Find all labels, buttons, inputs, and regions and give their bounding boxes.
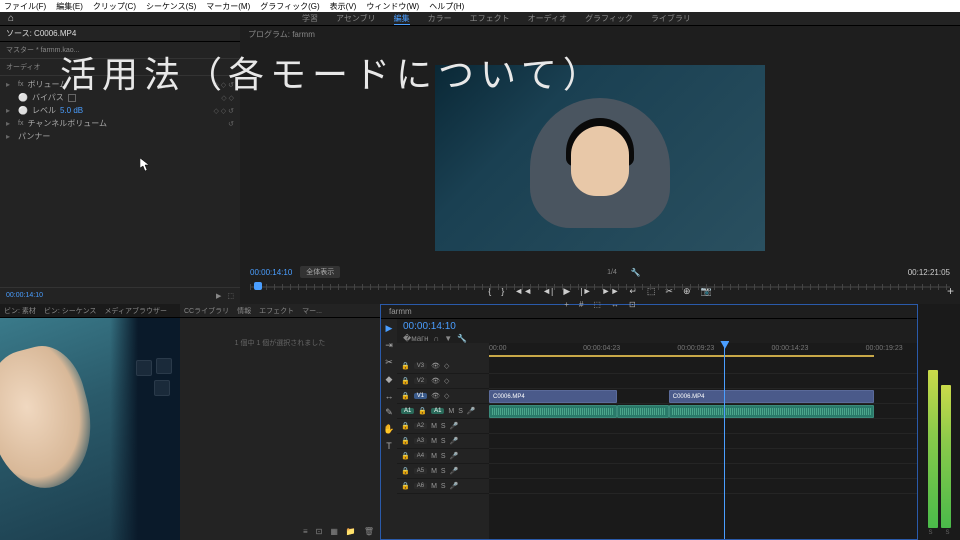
project-thumbnail[interactable] [0,318,180,540]
audio-clip-1[interactable] [489,405,617,418]
project-panel: ビン: 素材 ビン: シーケンス メディアブラウザー [0,304,180,540]
home-icon[interactable]: ⌂ [0,13,22,24]
folder-icon[interactable]: 📁 [346,527,356,536]
linked-icon[interactable]: ∩ [434,334,440,343]
track-head-a6[interactable]: 🔒A6MS🎤 [397,479,489,494]
effect-panner[interactable]: ▸パンナー [0,130,240,143]
ws-learning[interactable]: 学習 [302,13,318,25]
timeline-timecode[interactable]: 00:00:14:10 [403,321,467,332]
tab-media-browser[interactable]: メディアブラウザー [104,306,167,316]
timeline-panel: farmm ▶ ⇥ ✂ ◆ ↔ ✎ ✋ T 00:00:14:10 �магн [380,304,918,540]
track-head-a3[interactable]: 🔒A3MS🎤 [397,434,489,449]
ws-effects[interactable]: エフェクト [470,13,510,25]
menu-file[interactable]: ファイル(F) [4,1,46,12]
menu-edit[interactable]: 編集(E) [56,1,83,12]
panel-timecode[interactable]: 00:00:14:10 [6,292,43,300]
menu-graphics[interactable]: グラフィック(G) [260,1,319,12]
menu-bar: ファイル(F) 編集(E) クリップ(C) シーケンス(S) マーカー(M) グ… [0,0,960,12]
effect-level[interactable]: ▸⚪レベル5.0 dB◇ ◇ ↺ [0,104,240,117]
audio-clip-3[interactable] [669,405,874,418]
wrench-icon[interactable]: 🔧 [631,268,641,277]
video-clip-2[interactable]: C0006.MP4 [669,390,874,403]
menu-window[interactable]: ウィンドウ(W) [366,1,419,12]
ws-editing[interactable]: 編集 [394,13,410,25]
menu-sequence[interactable]: シーケンス(S) [146,1,196,12]
type-icon[interactable]: T [386,441,392,451]
level-value[interactable]: 5.0 dB [60,106,83,115]
snap-icon[interactable]: �магн [403,334,429,343]
workspace-bar: ⌂ 学習 アセンブリ 編集 カラー エフェクト オーディオ グラフィック ライブ… [0,12,960,26]
track-head-a4[interactable]: 🔒A4MS🎤 [397,449,489,464]
ws-library[interactable]: ライブラリ [651,13,691,25]
add-marker-button[interactable]: + [564,300,569,309]
zoom-select[interactable]: 1/4 [607,269,617,276]
button-editor-plus[interactable]: + [947,284,954,298]
track-head-v2[interactable]: 🔒V2👁◇ [397,374,489,389]
timeline-toolbar: ▶ ⇥ ✂ ◆ ↔ ✎ ✋ T [381,319,397,539]
meter-right [941,385,951,528]
ws-assembly[interactable]: アセンブリ [336,13,376,25]
program-tc-left[interactable]: 00:00:14:10 [250,268,292,277]
settings-icon[interactable]: 🔧 [457,334,467,343]
track-head-v3[interactable]: 🔒V3👁◇ [397,359,489,374]
program-tab[interactable]: プログラム: farmm [248,29,315,40]
selection-tool-icon[interactable]: ▶ [386,323,393,334]
icon-view-icon[interactable]: ▦ [330,527,338,536]
timeline-clips[interactable]: C0006.MP4 C0006.MP4 [489,359,917,539]
slip-icon[interactable]: ↔ [385,391,394,401]
menu-view[interactable]: 表示(V) [330,1,357,12]
track-select-icon[interactable]: ⇥ [385,340,393,351]
t2-2[interactable]: ⬚ [593,300,601,309]
list-view-icon[interactable]: ⊡ [316,527,323,536]
video-overlay-title: 活用法（各モードについて） [60,46,605,98]
safe-margins-button[interactable]: # [579,300,583,309]
hand-icon[interactable]: ✋ [383,424,394,435]
video-clip-1[interactable]: C0006.MP4 [489,390,617,403]
selection-message: 1 個中 1 個が選択されました [180,318,380,368]
tab-cclib[interactable]: CCライブラリ [184,306,229,316]
new-bin-icon[interactable]: ≡ [303,527,308,536]
ripple-edit-icon[interactable]: ✂ [385,357,393,368]
browser-panel: CCライブラリ 情報 エフェクト マー... 1 個中 1 個が選択されました … [180,304,380,540]
track-head-a5[interactable]: 🔒A5MS🎤 [397,464,489,479]
meter-left [928,370,938,528]
track-head-a2[interactable]: 🔒A2MS🎤 [397,419,489,434]
ws-audio[interactable]: オーディオ [528,13,567,25]
tab-bin-sequence[interactable]: ビン: シーケンス [44,306,97,316]
marker-icon[interactable]: ▼ [444,334,452,343]
razor-icon[interactable]: ◆ [386,374,393,385]
t2-4[interactable]: ⊡ [629,300,636,309]
menu-clip[interactable]: クリップ(C) [93,1,136,12]
effect-channel-volume[interactable]: ▸fxチャンネルボリューム↺ [0,117,240,130]
panel-icon-2[interactable]: ⬚ [227,292,234,300]
t2-3[interactable]: ↔ [611,300,619,309]
panel-icon-1[interactable]: ▶ [216,292,221,300]
menu-marker[interactable]: マーカー(M) [206,1,250,12]
fit-dropdown[interactable]: 全体表示 [300,266,340,278]
pen-icon[interactable]: ✎ [385,407,393,418]
tab-source[interactable]: ソース: C0006.MP4 [6,28,76,39]
trash-icon[interactable]: 🗑 [364,527,374,536]
audio-meters: SS [918,304,960,540]
program-tc-right: 00:12:21:05 [908,268,950,277]
menu-help[interactable]: ヘルプ(H) [429,1,464,12]
ws-graphics[interactable]: グラフィック [585,13,633,25]
audio-clip-2[interactable] [617,405,668,418]
tab-bin-material[interactable]: ビン: 素材 [4,306,36,316]
timeline-ruler[interactable]: 00:00 00:00:04:23 00:00:09:23 00:00:14:2… [489,343,917,359]
ws-color[interactable]: カラー [428,13,452,25]
track-head-a1[interactable]: A1🔒A1MS🎤 [397,404,489,419]
track-head-v1[interactable]: 🔒V1👁◇ [397,389,489,404]
playhead-icon[interactable] [254,282,262,290]
timeline-playhead[interactable] [724,343,725,359]
mouse-cursor-icon [140,158,150,172]
